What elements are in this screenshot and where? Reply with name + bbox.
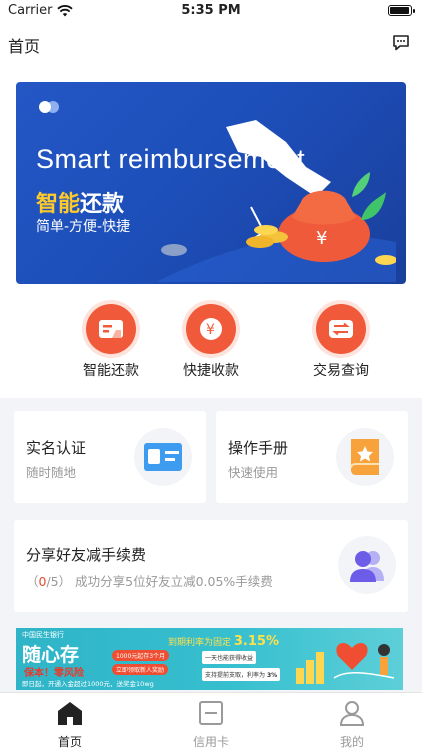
share-card-title: 分享好友减手续费 (26, 546, 147, 564)
verify-card[interactable]: 实名认证 随时随地 (14, 411, 206, 503)
quick-action-quick-collect[interactable]: ¥ 快捷收款 (156, 304, 266, 380)
quick-action-icon-bg (316, 304, 366, 354)
quick-action-transaction-query[interactable]: 交易查询 (286, 304, 396, 380)
navigation-bar: 首页 (0, 22, 422, 66)
banner-headline-cn: 智能还款 (36, 186, 124, 218)
svg-text:¥: ¥ (316, 228, 327, 249)
manual-card-subtitle: 快速使用 (228, 465, 279, 480)
ad-pill-2: 立即领取新人奖励 (112, 664, 169, 675)
profile-icon (339, 701, 365, 726)
home-icon (58, 702, 82, 725)
verify-card-title: 实名认证 (26, 439, 87, 457)
book-star-icon (350, 439, 379, 475)
exchange-icon (329, 320, 353, 338)
share-card-description: （0/5） 成功分享5位好友立减0.05%手续费 (26, 571, 273, 590)
share-card[interactable]: 分享好友减手续费 （0/5） 成功分享5位好友立减0.05%手续费 (14, 520, 408, 612)
quick-action-label: 交易查询 (313, 363, 369, 379)
tab-mine[interactable]: 我的 (282, 693, 422, 750)
ad-box-1: 一天也能获得收益 (202, 651, 257, 664)
ad-bank-logo: 中国民生银行 (22, 631, 64, 639)
tab-label: 我的 (339, 735, 364, 749)
ad-headline: 随心存 (22, 644, 80, 666)
manual-card-icon-bg (336, 428, 394, 486)
users-icon (350, 551, 384, 582)
ad-pill-1: 1000元起存3个月 (112, 650, 170, 661)
quick-action-smart-repay[interactable]: 智能还款 (56, 304, 166, 380)
status-bar: Carrier 5:35 PM (0, 0, 422, 22)
ad-footer: 即日起，开通入金超过1000元，送奖金10wg (22, 680, 154, 688)
quick-action-icon-bg: ¥ (186, 304, 236, 354)
message-icon[interactable] (392, 34, 410, 52)
ad-rate-label: 到期利率为固定 (168, 638, 232, 648)
ad-banner[interactable]: 中国民生银行 随心存 保本！零风险 即日起，开通入金超过1000元，送奖金10w… (16, 628, 403, 690)
share-count-total: /5） (46, 574, 72, 589)
banner-headline-highlight: 智能 (36, 192, 81, 217)
svg-text:¥: ¥ (206, 322, 215, 338)
banner-headline-rest: 还款 (80, 192, 125, 217)
ad-rate2-label: 支持提前支取，利率为 (205, 672, 266, 679)
tab-credit-card[interactable]: 信用卡 (141, 693, 281, 750)
banner-headline-en: Smart reimbursement (36, 144, 306, 174)
quick-action-label: 智能还款 (83, 363, 139, 379)
ad-illustration (296, 642, 395, 684)
ad-rate2-value: 3% (266, 672, 278, 679)
share-card-icon-bg (338, 536, 396, 594)
ad-slogan: 保本！零风险 (24, 668, 84, 679)
tab-home[interactable]: 首页 (0, 693, 140, 750)
ad-rate: 到期利率为固定 3.15% (168, 634, 279, 649)
card-icon (99, 320, 123, 338)
battery-icon (388, 5, 415, 16)
id-card-icon (144, 443, 182, 471)
yen-icon: ¥ (200, 318, 222, 340)
quick-action-label: 快捷收款 (183, 363, 239, 379)
clock: 5:35 PM (181, 3, 241, 18)
promo-banner[interactable]: ¥ Smart reimbursement 智能还款 简单-方便-快捷 (16, 82, 406, 284)
credit-card-icon (199, 701, 223, 725)
verify-card-subtitle: 随时随地 (26, 465, 77, 480)
money-bag-illustration: ¥ (156, 120, 396, 282)
tab-label: 信用卡 (192, 735, 229, 749)
banner-subtitle: 简单-方便-快捷 (36, 219, 131, 235)
manual-card-title: 操作手册 (228, 439, 289, 457)
page-title: 首页 (8, 37, 41, 56)
share-count-open: （ (26, 574, 39, 589)
quick-action-icon-bg (86, 304, 136, 354)
verify-card-icon-bg (134, 428, 192, 486)
share-card-detail: 成功分享5位好友立减0.05%手续费 (75, 574, 273, 589)
tab-bar: 首页 信用卡 我的 (0, 692, 422, 750)
tab-label: 首页 (57, 735, 82, 749)
ad-rate-value: 3.15% (233, 634, 279, 649)
ad-box-2: 支持提前支取，利率为 3% (202, 668, 281, 681)
toggle-dots-icon (39, 101, 59, 113)
manual-card[interactable]: 操作手册 快速使用 (216, 411, 408, 503)
